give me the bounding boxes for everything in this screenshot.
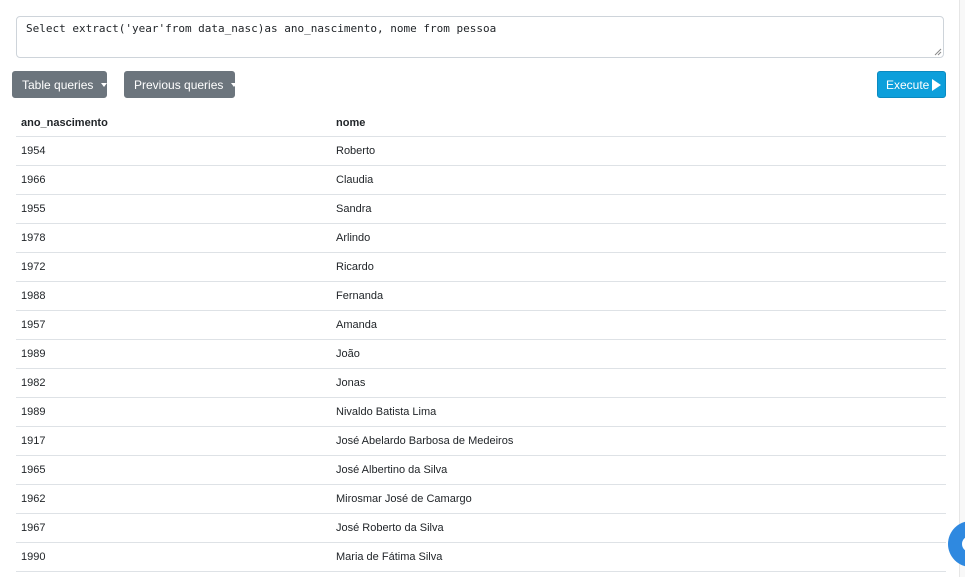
table-row: 1988 Fernanda [16,282,946,311]
cell-nome: Ricardo [336,261,374,273]
cell-nome: Amanda [336,319,377,331]
cell-ano-nascimento: 1990 [21,551,46,563]
play-icon [932,78,942,91]
previous-queries-button[interactable]: Previous queries [124,71,238,98]
resize-grip-icon[interactable] [934,48,942,56]
cell-nome: José Abelardo Barbosa de Medeiros [336,435,514,447]
scrollbar-track [959,0,965,577]
table-row: 1978 Arlindo [16,224,946,253]
table-row: 1982 Jonas [16,369,946,398]
cell-nome: Claudia [336,174,374,186]
cell-ano-nascimento: 1978 [21,232,46,244]
cell-nome: Fernanda [336,290,384,302]
cell-ano-nascimento: 1965 [21,464,46,476]
cell-ano-nascimento: 1955 [21,203,46,215]
cell-nome: José Roberto da Silva [336,522,444,534]
cell-nome: José Albertino da Silva [336,464,448,476]
cell-nome: Nivaldo Batista Lima [336,406,437,418]
caret-down-icon [231,82,238,87]
cell-ano-nascimento: 1962 [21,493,46,505]
table-queries-label: Table queries [22,77,94,92]
execute-label: Execute [886,77,930,92]
results-table: ano_nascimento nome 1954 Roberto 1966 Cl… [16,109,946,572]
table-row: 1990 Maria de Fátima Silva [16,543,946,572]
execute-button[interactable]: Execute [877,71,946,98]
column-header-nome: nome [336,116,366,129]
table-header: ano_nascimento nome [16,109,946,137]
table-row: 1954 Roberto [16,137,946,166]
cell-nome: João [336,348,360,360]
cell-nome: Mirosmar José de Camargo [336,493,472,505]
table-row: 1962 Mirosmar José de Camargo [16,485,946,514]
cell-ano-nascimento: 1954 [21,145,46,157]
table-row: 1955 Sandra [16,195,946,224]
cell-ano-nascimento: 1967 [21,522,46,534]
cell-ano-nascimento: 1957 [21,319,46,331]
cell-ano-nascimento: 1989 [21,406,46,418]
table-row: 1957 Amanda [16,311,946,340]
cell-ano-nascimento: 1982 [21,377,46,389]
table-queries-button[interactable]: Table queries [12,71,108,98]
cell-nome: Sandra [336,203,372,215]
sql-query-text: Select extract('year'from data_nasc)as a… [26,22,497,35]
sql-query-textarea[interactable]: Select extract('year'from data_nasc)as a… [16,16,944,58]
chat-bubble-icon[interactable] [948,521,965,567]
cell-nome: Roberto [336,145,376,157]
table-row: 1972 Ricardo [16,253,946,282]
cell-nome: Arlindo [336,232,371,244]
cell-nome: Maria de Fátima Silva [336,551,443,563]
table-row: 1967 José Roberto da Silva [16,514,946,543]
table-row: 1989 João [16,340,946,369]
table-row: 1989 Nivaldo Batista Lima [16,398,946,427]
caret-down-icon [101,82,108,87]
cell-nome: Jonas [336,377,366,389]
table-row: 1966 Claudia [16,166,946,195]
cell-ano-nascimento: 1966 [21,174,46,186]
table-row: 1917 José Abelardo Barbosa de Medeiros [16,427,946,456]
table-row: 1965 José Albertino da Silva [16,456,946,485]
cell-ano-nascimento: 1988 [21,290,46,302]
column-header-ano-nascimento: ano_nascimento [21,116,108,129]
cell-ano-nascimento: 1917 [21,435,46,447]
cell-ano-nascimento: 1972 [21,261,46,273]
previous-queries-label: Previous queries [134,77,224,92]
cell-ano-nascimento: 1989 [21,348,46,360]
